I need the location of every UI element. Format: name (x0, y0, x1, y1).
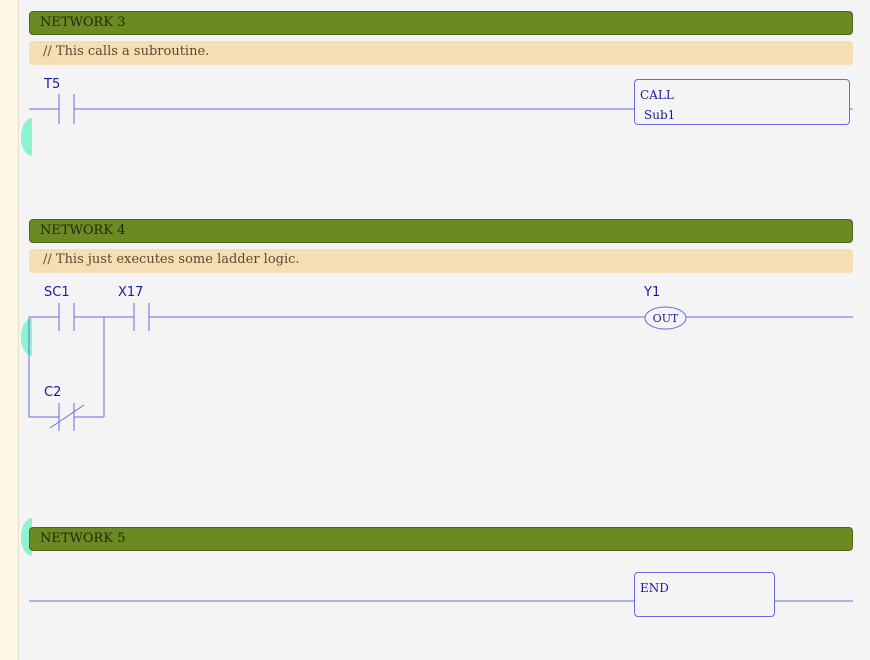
network-3-comment-text: // This calls a subroutine. (43, 44, 210, 59)
network-3-comment[interactable]: // This calls a subroutine. (29, 41, 853, 65)
network-3-title: NETWORK 3 (40, 15, 126, 30)
coil-type: OUT (653, 312, 679, 325)
end-instruction: END (640, 581, 669, 595)
coil-y1-label[interactable]: Y1 (644, 285, 660, 300)
out-coil-icon[interactable]: OUT (644, 306, 687, 330)
contact-x17-label[interactable]: X17 (118, 285, 143, 300)
call-target: Sub1 (644, 108, 676, 122)
contact-c2-label[interactable]: C2 (44, 385, 61, 400)
network-4-title: NETWORK 4 (40, 223, 126, 238)
network-5-title: NETWORK 5 (40, 531, 126, 546)
network-4-header[interactable]: NETWORK 4 (29, 219, 853, 243)
end-box[interactable]: END (634, 572, 775, 617)
call-box[interactable]: CALL Sub1 (634, 79, 850, 125)
contact-t5-label[interactable]: T5 (44, 77, 60, 92)
call-instruction: CALL (640, 88, 674, 102)
network-4-comment[interactable]: // This just executes some ladder logic. (29, 249, 853, 273)
network-4-comment-text: // This just executes some ladder logic. (43, 252, 300, 267)
network-3-header[interactable]: NETWORK 3 (29, 11, 853, 35)
contact-sc1-label[interactable]: SC1 (44, 285, 70, 300)
network-5-header[interactable]: NETWORK 5 (29, 527, 853, 551)
